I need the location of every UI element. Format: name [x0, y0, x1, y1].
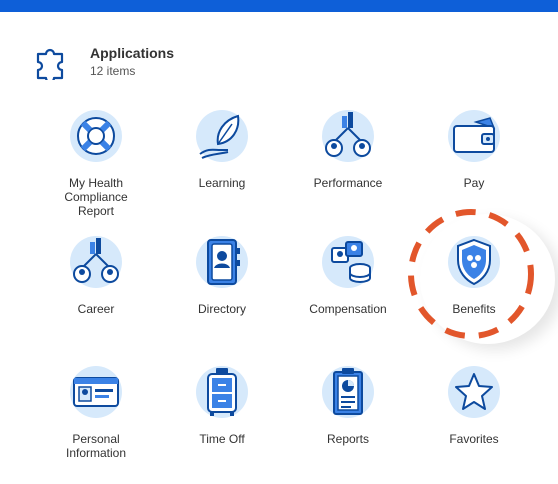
- address-book-icon: [196, 236, 248, 288]
- app-label: Time Off: [199, 432, 245, 446]
- suitcase-icon: [196, 366, 248, 418]
- benefits-highlight-circle: [408, 209, 534, 339]
- app-tile-my-health-compliance-report[interactable]: My Health Compliance Report: [36, 108, 156, 228]
- app-tile-compensation[interactable]: Compensation: [288, 234, 408, 354]
- app-label: Personal Information: [65, 432, 127, 460]
- app-label: My Health Compliance Report: [64, 176, 128, 218]
- clipboard-chart-icon: [322, 366, 374, 418]
- leaf-hand-icon: [196, 110, 248, 162]
- people-chart-icon: [322, 110, 374, 162]
- people-coins-icon: [322, 236, 374, 288]
- people-chart-icon: [70, 236, 122, 288]
- top-brand-bar: [0, 0, 558, 12]
- wallet-icon: [448, 110, 500, 162]
- app-label: Directory: [197, 302, 246, 316]
- star-icon: [448, 366, 500, 418]
- app-label: Reports: [326, 432, 370, 446]
- item-count: 12 items: [90, 64, 136, 78]
- app-tile-favorites[interactable]: Favorites: [414, 364, 534, 484]
- app-tile-performance[interactable]: Performance: [288, 108, 408, 228]
- app-tile-time-off[interactable]: Time Off: [162, 364, 282, 484]
- app-tile-personal-information[interactable]: Personal Information: [36, 364, 156, 484]
- app-tile-career[interactable]: Career: [36, 234, 156, 354]
- app-label: Learning: [198, 176, 246, 190]
- puzzle-icon: [36, 48, 64, 80]
- app-tile-directory[interactable]: Directory: [162, 234, 282, 354]
- app-label: Favorites: [449, 432, 499, 446]
- app-label: Performance: [313, 176, 383, 190]
- app-label: Pay: [463, 176, 485, 190]
- app-label: Compensation: [309, 302, 387, 316]
- page-title: Applications: [90, 45, 175, 61]
- id-card-icon: [70, 366, 122, 418]
- app-tile-reports[interactable]: Reports: [288, 364, 408, 484]
- app-label: Career: [77, 302, 115, 316]
- app-tile-learning[interactable]: Learning: [162, 108, 282, 228]
- life-ring-icon: [70, 110, 122, 162]
